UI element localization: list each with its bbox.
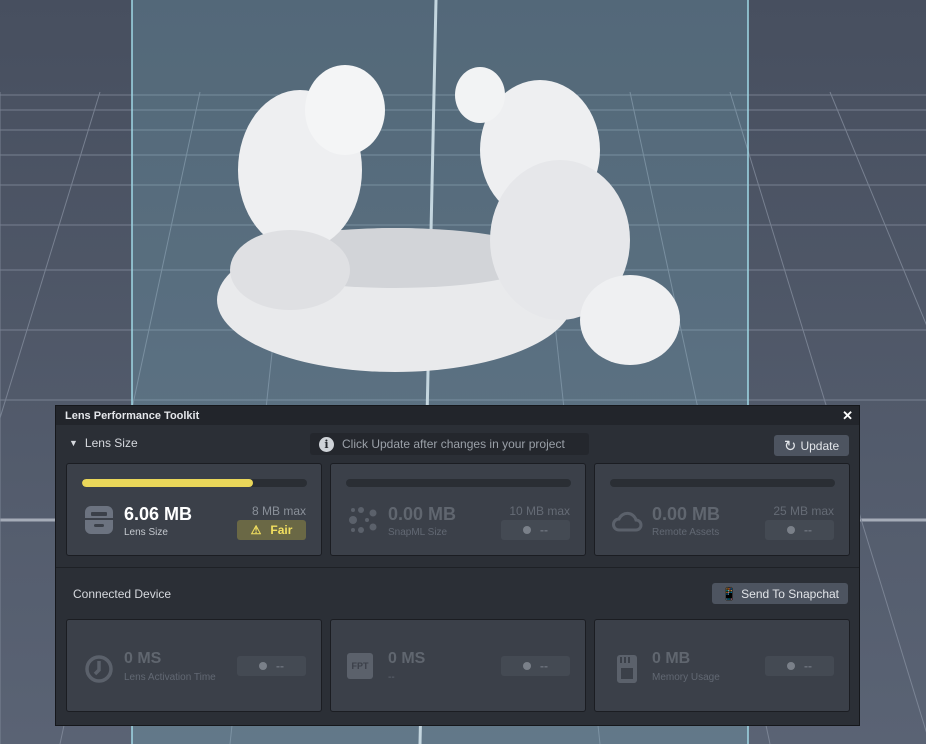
snapml-size-card: 0.00 MB SnapML Size 10 MB max -- [330,463,586,556]
info-banner: i Click Update after changes in your pro… [310,433,589,455]
memory-usage-card: 0 MB Memory Usage -- [594,619,850,712]
status-badge: -- [501,656,570,676]
section-divider [56,567,859,568]
panel-titlebar: Lens Performance Toolkit ✕ [56,406,859,425]
info-icon: i [319,436,334,452]
snapml-value: 0.00 MB [388,504,457,524]
activation-time-value: 0 MS [124,650,162,667]
status-badge: -- [501,520,570,540]
remote-assets-value: 0.00 MB [652,504,721,524]
fpt-label: -- [388,672,395,683]
archive-icon [85,506,113,534]
panel-title: Lens Performance Toolkit [65,409,200,422]
snapml-max: 10 MB max [509,504,570,518]
lens-performance-panel: Lens Performance Toolkit ✕ ▼ Lens Size i… [55,405,860,726]
status-badge: -- [765,656,834,676]
remote-assets-card: 0.00 MB Remote Assets 25 MB max -- [594,463,850,556]
activation-time-card: 0 MS Lens Activation Time -- [66,619,322,712]
close-icon[interactable]: ✕ [842,408,853,424]
lens-size-progress [82,479,307,487]
phone-send-icon: 📱 [720,585,738,601]
warning-icon: ⚠ [250,523,262,537]
status-badge: ⚠ Fair [237,520,306,540]
status-badge: -- [765,520,834,540]
lens-size-value: 6.06 MB [124,504,193,524]
send-to-snapchat-button[interactable]: 📱 Send To Snapchat [712,583,848,604]
info-text: Click Update after changes in your proje… [342,437,565,451]
refresh-icon: ↻ [783,437,797,455]
activation-time-label: Lens Activation Time [124,672,216,683]
remote-assets-progress [610,479,835,487]
fpt-icon: FPT [347,653,373,679]
clock-icon [85,655,113,683]
update-label: Update [800,438,840,453]
lens-size-section-toggle[interactable]: ▼ Lens Size [69,436,138,450]
lens-size-max: 8 MB max [251,504,306,518]
update-button[interactable]: ↻ Update [774,435,849,456]
network-icon [349,507,377,533]
snapml-label: SnapML Size [388,527,448,538]
fpt-value: 0 MS [388,650,426,667]
memory-usage-value: 0 MB [652,650,691,667]
sd-card-icon [617,655,637,683]
remote-assets-label: Remote Assets [652,527,720,538]
lens-size-label: Lens Size [124,527,168,538]
connected-device-title: Connected Device [73,587,172,601]
status-badge: -- [237,656,306,676]
lens-size-title: Lens Size [84,436,138,450]
remote-assets-max: 25 MB max [773,504,834,518]
cloud-icon [612,511,643,532]
send-label: Send To Snapchat [741,586,840,601]
chevron-down-icon: ▼ [69,438,78,448]
lens-size-card: 6.06 MB Lens Size 8 MB max ⚠ Fair [66,463,322,556]
memory-usage-label: Memory Usage [652,672,720,683]
fpt-card: FPT 0 MS -- -- [330,619,586,712]
snapml-progress [346,479,571,487]
